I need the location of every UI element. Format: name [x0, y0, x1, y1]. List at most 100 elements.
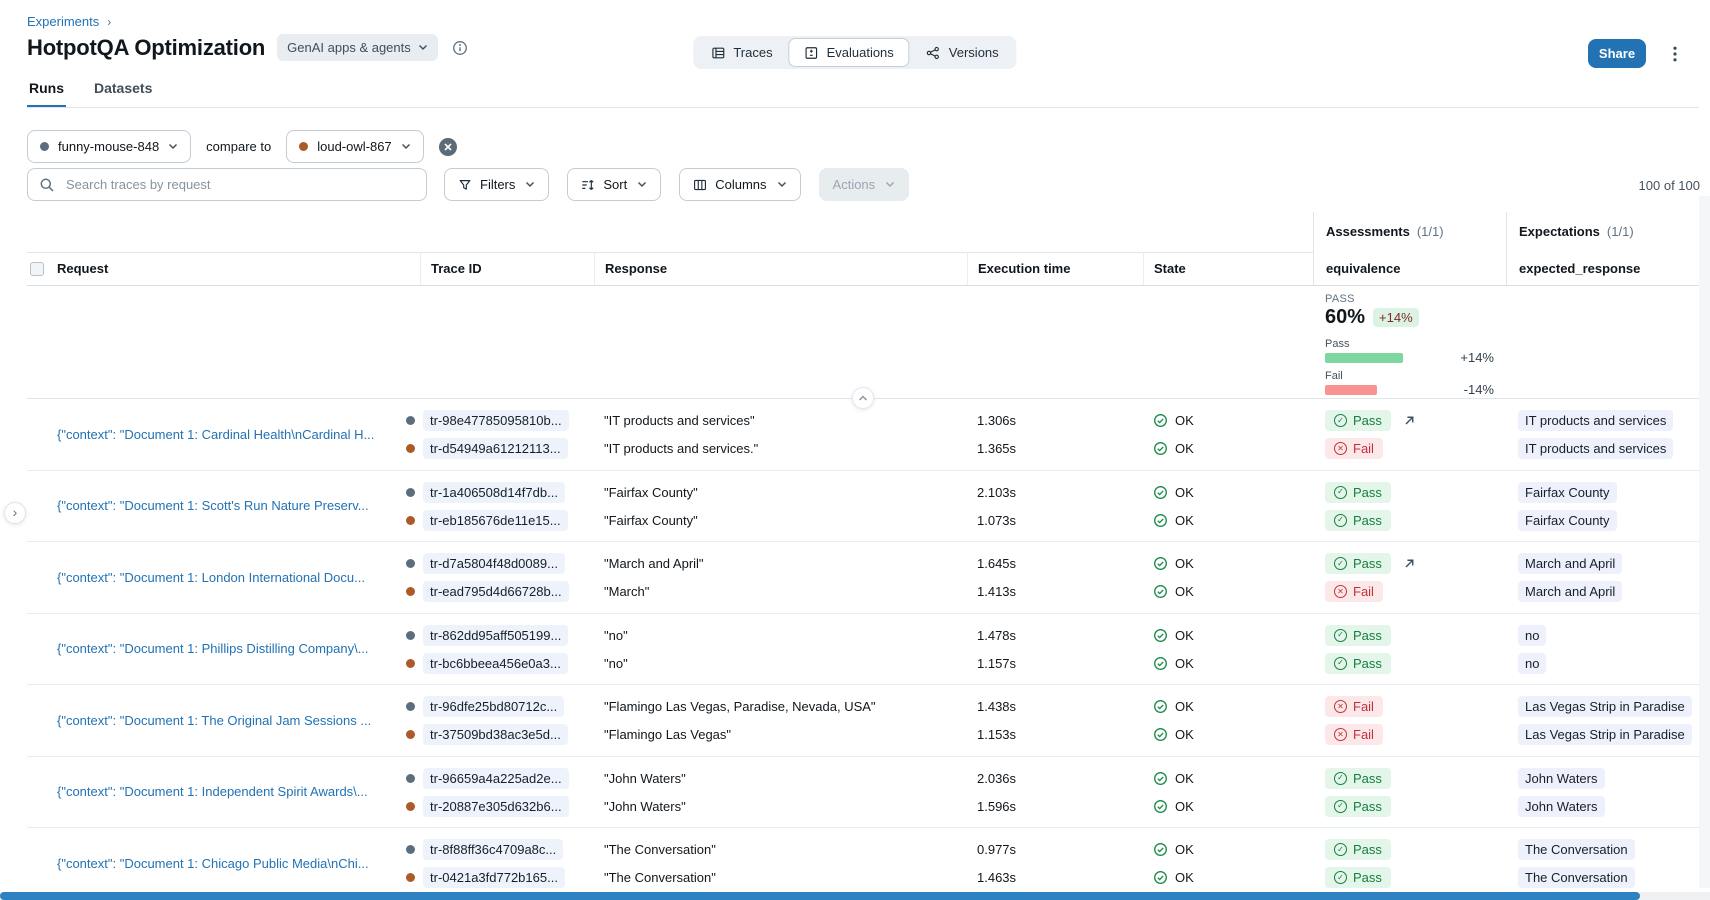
state-text: OK: [1175, 727, 1194, 742]
request-link[interactable]: {"context": "Document 1: Chicago Public …: [57, 856, 369, 871]
trace-id-pill[interactable]: tr-1a406508d14f7db...: [423, 482, 565, 503]
execution-time: 1.073s: [977, 513, 1016, 528]
col-header-request: Request: [47, 252, 420, 285]
experiment-type-badge[interactable]: GenAI apps & agents: [277, 34, 438, 61]
request-link[interactable]: {"context": "Document 1: Independent Spi…: [57, 784, 368, 799]
search-input[interactable]: [64, 176, 415, 193]
request-link[interactable]: {"context": "Document 1: Phillips Distil…: [57, 641, 369, 656]
fail-icon: ✕: [1334, 728, 1347, 741]
trace-id-pill[interactable]: tr-bc6bbeea456e0a3...: [423, 653, 568, 674]
expected-response-pill: IT products and services: [1518, 438, 1673, 459]
check-circle-icon: [1153, 513, 1168, 528]
execution-time: 0.977s: [977, 842, 1016, 857]
remove-comparison-icon[interactable]: [439, 138, 457, 156]
request-link[interactable]: {"context": "Document 1: London Internat…: [57, 570, 365, 585]
pass-icon: ✓: [1334, 629, 1347, 642]
pass-icon: ✓: [1334, 557, 1347, 570]
check-circle-icon: [1153, 771, 1168, 786]
compare-row: funny-mouse-848 compare to loud-owl-867: [27, 130, 457, 163]
check-circle-icon: [1153, 485, 1168, 500]
table-row-pair: {"context": "Document 1: Chicago Public …: [27, 828, 1699, 900]
expected-response-pill: John Waters: [1518, 796, 1605, 817]
trace-id-pill[interactable]: tr-eb185676de11e15...: [423, 510, 568, 531]
open-diff-arrow-icon[interactable]: [1403, 557, 1416, 570]
pass-bar: [1325, 353, 1403, 363]
tabs-divider: [27, 107, 1699, 108]
tab-versions[interactable]: Versions: [910, 38, 1015, 67]
tab-evaluations[interactable]: Evaluations: [789, 38, 910, 67]
response-text: "no": [604, 656, 628, 671]
tab-runs[interactable]: Runs: [27, 78, 66, 108]
pass-fail-bars: Pass +14% Fail -14%: [1325, 338, 1494, 395]
request-link[interactable]: {"context": "Document 1: Scott's Run Nat…: [57, 498, 369, 513]
trace-id-pill[interactable]: tr-0421a3fd772b165...: [423, 867, 565, 888]
select-all-checkbox[interactable]: [30, 262, 44, 276]
expand-panel-button[interactable]: ›: [4, 502, 26, 524]
trace-id-pill[interactable]: tr-96659a4a225ad2e...: [423, 768, 569, 789]
assessment-chip: ✓✕Pass: [1325, 839, 1391, 860]
expected-response-pill: The Conversation: [1518, 839, 1635, 860]
sort-button[interactable]: Sort: [567, 168, 661, 201]
chevron-down-icon: [525, 181, 535, 188]
check-circle-icon: [1153, 699, 1168, 714]
expected-response-pill: no: [1518, 653, 1546, 674]
trace-id-pill[interactable]: tr-98e47785095810b...: [423, 410, 569, 431]
check-circle-icon: [1153, 628, 1168, 643]
run-b-color-dot: [299, 142, 308, 151]
pass-icon: ✓: [1334, 772, 1347, 785]
execution-time: 1.645s: [977, 556, 1016, 571]
col-header-state: State: [1143, 252, 1313, 285]
pass-delta-value: +14%: [1460, 350, 1494, 365]
state-text: OK: [1175, 699, 1194, 714]
run-select-a[interactable]: funny-mouse-848: [27, 130, 191, 163]
expected-response-pill: no: [1518, 625, 1546, 646]
table-row-pair: {"context": "Document 1: The Original Ja…: [27, 685, 1699, 757]
horizontal-scrollbar-thumb[interactable]: [0, 892, 1640, 900]
check-circle-icon: [1153, 842, 1168, 857]
expected-response-pill: Las Vegas Strip in Paradise: [1518, 696, 1692, 717]
execution-time: 1.463s: [977, 870, 1016, 885]
trace-id-pill[interactable]: tr-20887e305d632b6...: [423, 796, 569, 817]
tab-traces[interactable]: Traces: [695, 38, 788, 67]
assessment-chip: ✓✕Pass: [1325, 410, 1391, 431]
expected-response-pill: The Conversation: [1518, 867, 1635, 888]
evaluations-icon: [805, 46, 819, 60]
response-text: "The Conversation": [604, 870, 716, 885]
trace-id-pill[interactable]: tr-d7a5804f48d0089...: [423, 553, 565, 574]
info-icon[interactable]: [452, 40, 468, 56]
check-circle-icon: [1153, 584, 1168, 599]
assessment-chip: ✓✕Pass: [1325, 653, 1391, 674]
request-link[interactable]: {"context": "Document 1: Cardinal Health…: [57, 427, 374, 442]
trace-id-pill[interactable]: tr-d54949a61212113...: [423, 438, 568, 459]
experiment-evaluations-page: Experiments › HotpotQA Optimization GenA…: [0, 0, 1710, 900]
trace-id-pill[interactable]: tr-8f88ff36c4709a8c...: [423, 839, 563, 860]
columns-button[interactable]: Columns: [679, 168, 800, 201]
assessment-chip: ✓✕Pass: [1325, 796, 1391, 817]
chevron-down-icon: [885, 181, 895, 188]
trace-id-pill[interactable]: tr-37509bd38ac3e5d...: [423, 724, 568, 745]
response-text: "Fairfax County": [604, 513, 698, 528]
chevron-down-icon: [418, 44, 428, 51]
trace-id-pill[interactable]: tr-ead795d4d66728b...: [423, 581, 569, 602]
pass-icon: ✓: [1334, 843, 1347, 856]
tab-datasets[interactable]: Datasets: [92, 78, 154, 108]
chevron-down-icon: [637, 181, 647, 188]
search-icon: [39, 177, 55, 193]
assessment-chip: ✓✕Pass: [1325, 510, 1391, 531]
table-row-pair: {"context": "Document 1: Scott's Run Nat…: [27, 471, 1699, 543]
trace-id-pill[interactable]: tr-862dd95aff505199...: [423, 625, 568, 646]
kebab-menu-icon[interactable]: [1663, 41, 1687, 67]
run-a-color-dot: [40, 142, 49, 151]
filters-button[interactable]: Filters: [444, 168, 549, 201]
share-button[interactable]: Share: [1588, 39, 1646, 68]
group-header-row: Assessments (1/1) Expectations (1/1): [27, 212, 1699, 252]
response-text: "Flamingo Las Vegas, Paradise, Nevada, U…: [604, 699, 876, 714]
breadcrumb-experiments-link[interactable]: Experiments: [27, 14, 99, 29]
run-select-b[interactable]: loud-owl-867: [286, 130, 423, 163]
trace-id-pill[interactable]: tr-96dfe25bd80712c...: [423, 696, 564, 717]
col-header-equivalence: equivalence: [1313, 252, 1506, 285]
request-link[interactable]: {"context": "Document 1: The Original Ja…: [57, 713, 371, 728]
open-diff-arrow-icon[interactable]: [1403, 414, 1416, 427]
state-text: OK: [1175, 513, 1194, 528]
table-row-pair: {"context": "Document 1: Phillips Distil…: [27, 614, 1699, 686]
